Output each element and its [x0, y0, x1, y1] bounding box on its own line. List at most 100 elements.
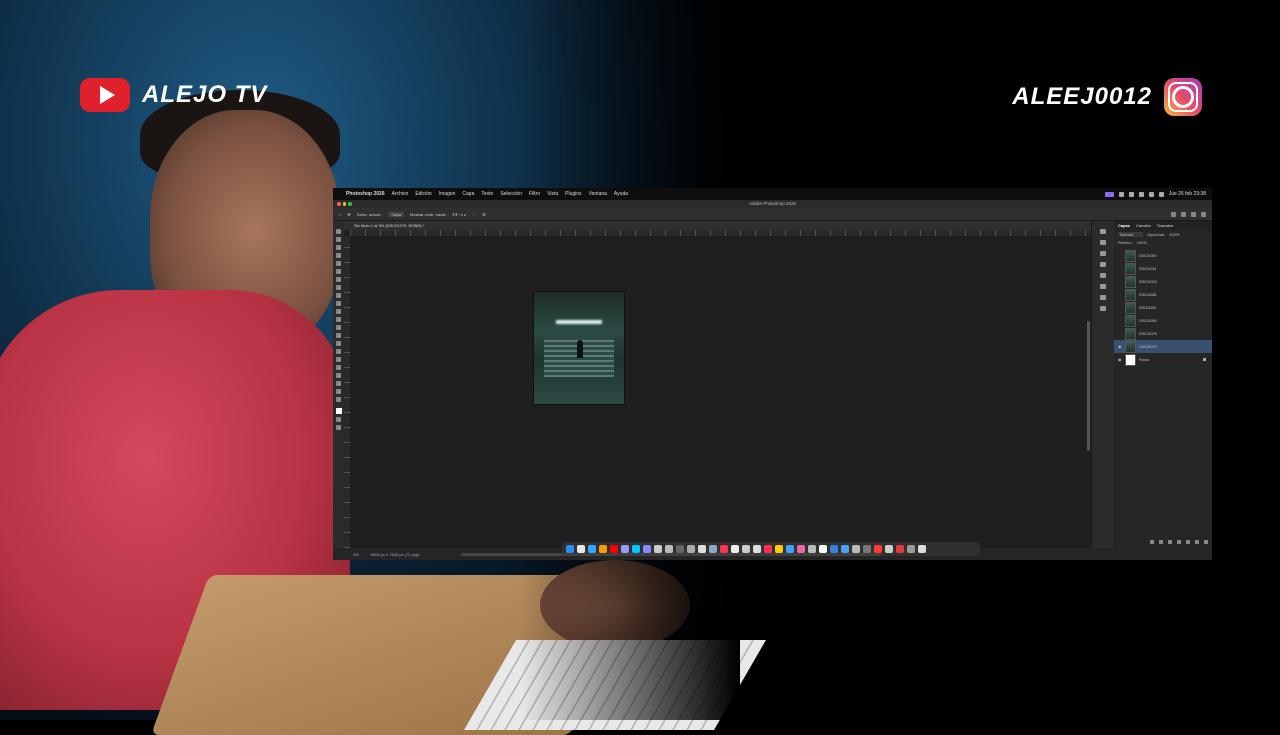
visibility-icon[interactable]: ◉ — [1118, 358, 1122, 362]
more-tools-icon[interactable] — [336, 397, 341, 402]
frame-tool-icon[interactable] — [336, 269, 341, 274]
foreground-color-swatch[interactable] — [335, 408, 342, 414]
dock-app-icon[interactable] — [742, 545, 750, 553]
dock-app-icon[interactable] — [566, 545, 574, 553]
move-tool-icon[interactable]: ✥ — [347, 212, 350, 217]
screen-mode-icon[interactable] — [336, 425, 341, 430]
transform-controls-checkbox[interactable]: Mostrar contr. transf. — [410, 212, 447, 217]
layer-row[interactable]: DSC01078 — [1114, 327, 1212, 340]
dock-app-icon[interactable] — [731, 545, 739, 553]
auto-select-dropdown[interactable]: Capa — [388, 211, 404, 217]
dock-app-icon[interactable] — [687, 545, 695, 553]
dock-app-icon[interactable] — [676, 545, 684, 553]
dock-app-icon[interactable] — [863, 545, 871, 553]
link-layers-icon[interactable] — [1150, 540, 1154, 544]
search-icon[interactable] — [1191, 211, 1196, 217]
menu-item[interactable]: Capa — [462, 191, 474, 197]
paragraph-panel-icon[interactable] — [1100, 284, 1106, 289]
status-icon[interactable] — [1128, 191, 1134, 197]
layer-row[interactable]: DSC01900 — [1114, 249, 1212, 262]
history-brush-icon[interactable] — [336, 309, 341, 314]
lock-icon[interactable] — [1203, 358, 1206, 361]
quick-select-tool-icon[interactable] — [336, 253, 341, 258]
menu-item[interactable]: Texto — [481, 191, 493, 197]
dock-app-icon[interactable] — [621, 545, 629, 553]
close-icon[interactable] — [337, 202, 341, 206]
document-info[interactable]: 6000 px x 7500 px (72 ppp) — [371, 552, 420, 557]
lasso-tool-icon[interactable] — [336, 245, 341, 250]
status-icon[interactable] — [1118, 191, 1124, 197]
zoom-level[interactable]: 3% — [353, 552, 359, 557]
dock-app-icon[interactable] — [874, 545, 882, 553]
adjustments-panel-icon[interactable] — [1100, 262, 1106, 267]
dock-app-icon[interactable] — [808, 545, 816, 553]
actions-panel-icon[interactable] — [1100, 240, 1106, 245]
hand-tool-icon[interactable] — [336, 381, 341, 386]
visibility-icon[interactable] — [1118, 280, 1122, 283]
dodge-tool-icon[interactable] — [336, 341, 341, 346]
dock-app-icon[interactable] — [720, 545, 728, 553]
menu-item[interactable]: Ayuda — [614, 191, 628, 197]
visibility-icon[interactable]: ◉ — [1118, 345, 1122, 349]
document-tab[interactable]: Sin título-1 al 3% (DSC01079, RGB/8) * — [344, 221, 1091, 230]
dock-app-icon[interactable] — [786, 545, 794, 553]
type-tool-icon[interactable] — [336, 357, 341, 362]
menu-item[interactable]: Filtro — [529, 191, 540, 197]
battery-icon[interactable] — [1148, 191, 1154, 197]
visibility-icon[interactable] — [1118, 319, 1122, 322]
gradient-tool-icon[interactable] — [336, 325, 341, 330]
top-ruler[interactable] — [350, 230, 1091, 236]
move-tool-icon[interactable] — [336, 229, 341, 234]
dock-app-icon[interactable] — [797, 545, 805, 553]
zoom-tool-icon[interactable] — [336, 389, 341, 394]
dock-app-icon[interactable] — [643, 545, 651, 553]
crop-tool-icon[interactable] — [336, 261, 341, 266]
layer-row[interactable]: DSC01441 — [1114, 262, 1212, 275]
adjustment-layer-icon[interactable] — [1177, 540, 1181, 544]
brush-panel-icon[interactable] — [1100, 251, 1106, 256]
align-icons[interactable]: ⫴ ⫵ ⫶ ⫷ ⫸ — [453, 212, 466, 217]
notifications-icon[interactable] — [1181, 211, 1186, 217]
canvas-photo[interactable] — [534, 292, 624, 404]
visibility-icon[interactable] — [1118, 267, 1122, 270]
path-select-tool-icon[interactable] — [336, 365, 341, 370]
dock-app-icon[interactable] — [632, 545, 640, 553]
layer-row[interactable]: DSC01186 — [1114, 288, 1212, 301]
wifi-icon[interactable] — [1138, 191, 1144, 197]
layer-row[interactable]: DSC01403 — [1114, 275, 1212, 288]
dock-app-icon[interactable] — [577, 545, 585, 553]
menu-item[interactable]: Archivo — [392, 191, 409, 197]
stamp-tool-icon[interactable] — [336, 301, 341, 306]
menu-item[interactable]: Imagen — [439, 191, 456, 197]
history-panel-icon[interactable] — [1100, 229, 1106, 234]
dock-app-icon[interactable] — [885, 545, 893, 553]
new-group-icon[interactable] — [1186, 540, 1190, 544]
healing-tool-icon[interactable] — [336, 285, 341, 290]
trash-icon[interactable] — [1204, 540, 1208, 544]
menu-item[interactable]: Ventana — [589, 191, 607, 197]
dock-app-icon[interactable] — [588, 545, 596, 553]
tab-layers[interactable]: Capas — [1118, 223, 1130, 228]
dock-app-icon[interactable] — [698, 545, 706, 553]
dock-app-icon[interactable] — [830, 545, 838, 553]
blend-mode-dropdown[interactable]: Normal — [1118, 231, 1143, 237]
visibility-icon[interactable] — [1118, 332, 1122, 335]
quick-mask-icon[interactable] — [336, 417, 341, 422]
settings-icon[interactable]: ⚙ — [482, 212, 486, 217]
search-icon[interactable] — [1158, 191, 1164, 197]
dock-app-icon[interactable] — [852, 545, 860, 553]
shape-tool-icon[interactable] — [336, 373, 341, 378]
layer-row-background[interactable]: ◉ Fondo — [1114, 353, 1212, 366]
tab-channels[interactable]: Canales — [1136, 223, 1151, 228]
blur-tool-icon[interactable] — [336, 333, 341, 338]
visibility-icon[interactable] — [1118, 254, 1122, 257]
properties-panel-icon[interactable] — [1100, 273, 1106, 278]
left-ruler[interactable] — [344, 236, 350, 548]
eraser-tool-icon[interactable] — [336, 317, 341, 322]
menu-item[interactable]: Selección — [500, 191, 522, 197]
share-icon[interactable] — [1171, 211, 1176, 217]
dock-app-icon[interactable] — [654, 545, 662, 553]
fill-value[interactable]: 100% — [1137, 240, 1147, 245]
libraries-panel-icon[interactable] — [1100, 306, 1106, 311]
layer-row-selected[interactable]: ◉ DSC01079 — [1114, 340, 1212, 353]
